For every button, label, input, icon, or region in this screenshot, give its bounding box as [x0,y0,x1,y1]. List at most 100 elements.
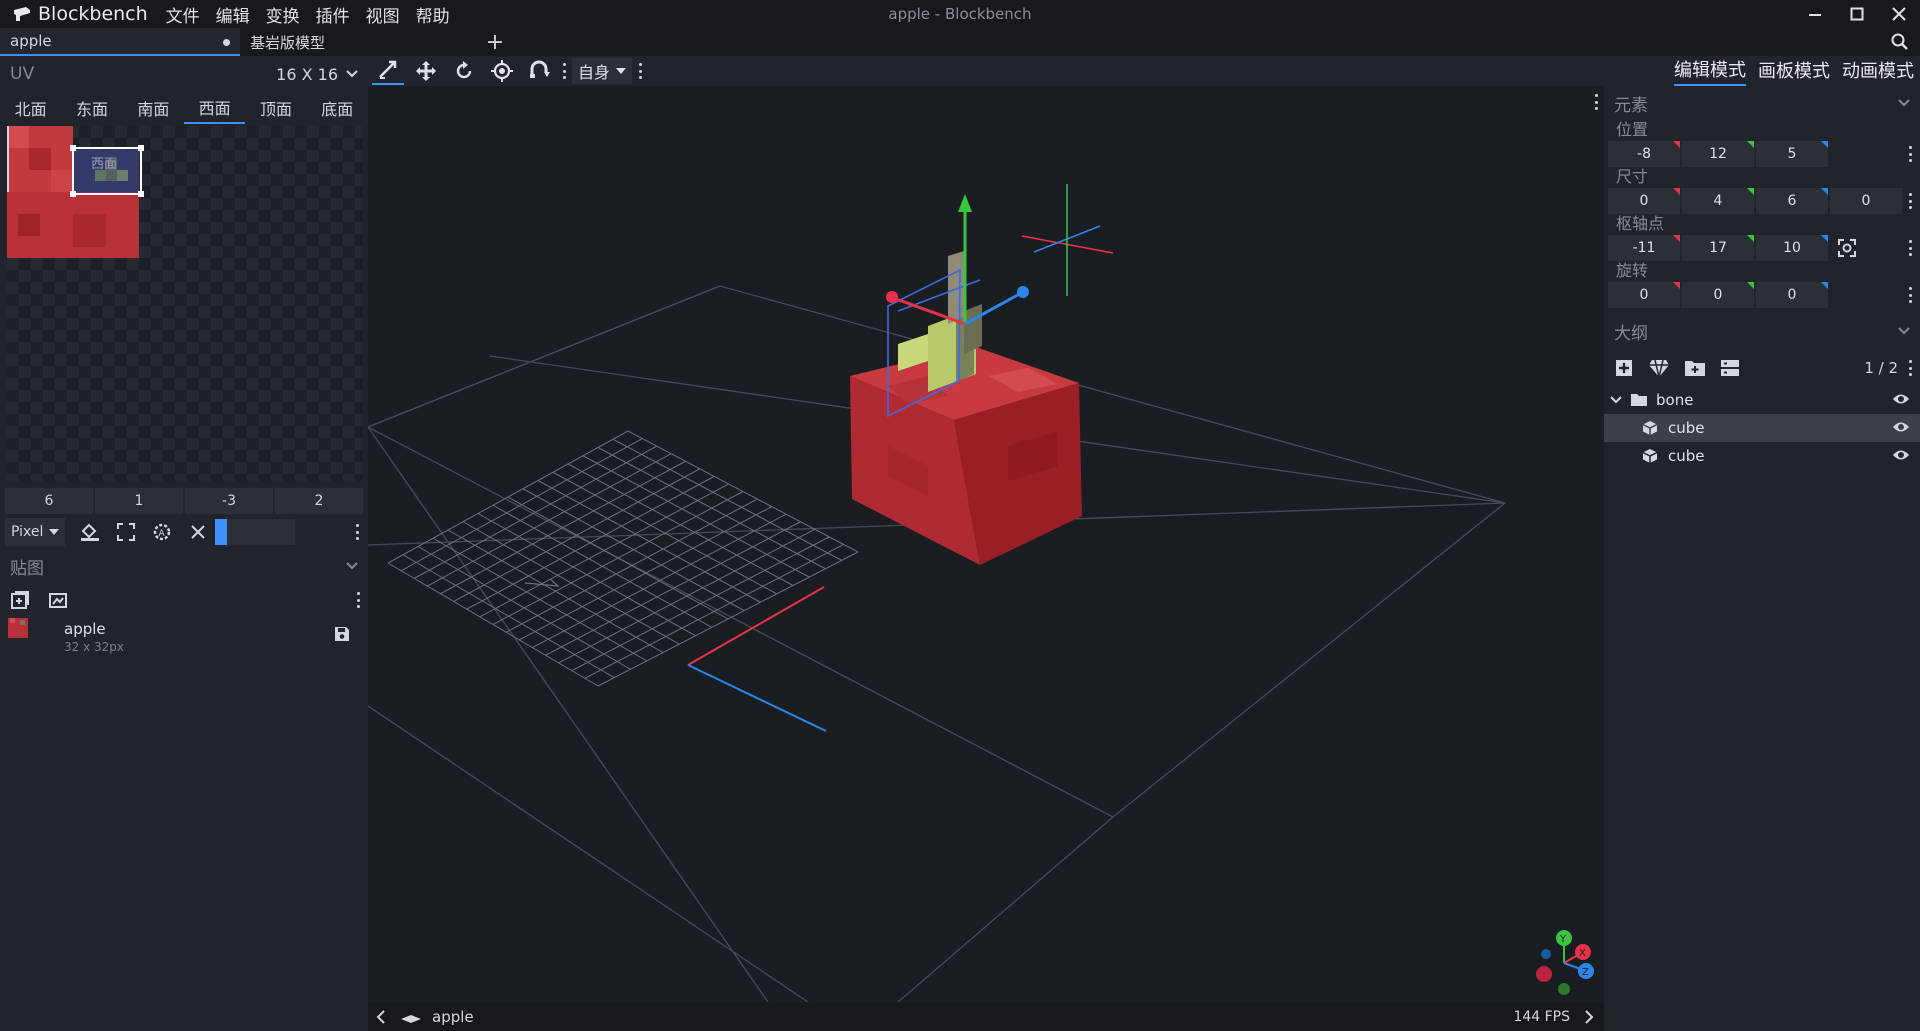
status-model-name: apple [432,1007,474,1026]
app-logo[interactable]: Blockbench [0,3,148,25]
rotation-x-input[interactable]: 0 [1608,281,1680,308]
add-group-icon[interactable] [1684,359,1706,377]
eye-icon[interactable] [1892,420,1910,434]
slider-handle[interactable] [215,519,228,545]
pivot-marker [1021,184,1114,296]
viewport-options-icon[interactable] [1594,94,1598,110]
uv-value-u1[interactable]: 6 [5,488,93,514]
more-options-icon[interactable] [638,63,642,79]
auto-uv-button[interactable]: A [151,521,173,543]
outliner-cube-1[interactable]: cube [1604,414,1920,442]
pivot-x-input[interactable]: -11 [1608,234,1680,261]
z-axis-line [687,664,827,732]
add-mesh-icon[interactable] [1648,358,1670,378]
clear-uv-button[interactable] [187,521,209,543]
brush-color-slider[interactable] [215,519,296,545]
menu-transform[interactable]: 变换 [258,2,308,27]
more-options-icon[interactable] [356,592,360,608]
position-y-input[interactable]: 12 [1682,140,1754,167]
size-y-input[interactable]: 4 [1682,187,1754,214]
animate-mode-tab[interactable]: 动画模式 [1842,57,1914,85]
tab-apple[interactable]: apple [0,28,240,56]
add-tab-button[interactable]: + [480,28,510,56]
uv-values: 6 1 -3 2 [5,488,363,514]
eye-icon[interactable] [1892,448,1910,462]
tab-face-bottom[interactable]: 底面 [307,92,368,124]
create-texture-icon[interactable] [48,590,68,610]
chevron-down-icon[interactable] [1898,99,1910,107]
blockbench-logo-icon [14,7,30,21]
maximize-uv-button[interactable] [115,521,137,543]
tab-bar: apple 基岩版模型 + [0,28,1920,56]
move-tool-button[interactable] [372,57,404,85]
menu-plugins[interactable]: 插件 [308,2,358,27]
maximize-button[interactable] [1836,0,1878,28]
menu-help[interactable]: 帮助 [408,2,458,27]
outliner-cube-2[interactable]: cube [1604,442,1920,470]
size-x-input[interactable]: 0 [1608,187,1680,214]
outliner-group-bone[interactable]: bone [1604,386,1920,414]
chevron-right-icon[interactable] [1584,1009,1594,1024]
texture-thumbnail [8,618,28,638]
uv-resolution-select[interactable]: 16 X 16 [276,65,358,84]
size-z-input[interactable]: 6 [1756,187,1828,214]
close-button[interactable] [1878,0,1920,28]
orientation-gizmo[interactable]: Y X Z [1536,930,1594,995]
edit-mode-tab[interactable]: 编辑模式 [1674,56,1746,86]
folder-icon [1631,394,1647,406]
eye-icon[interactable] [1892,392,1910,406]
fill-bucket-button[interactable] [79,521,101,543]
inflate-input[interactable]: 0 [1830,187,1902,214]
menu-file[interactable]: 文件 [158,2,208,27]
tab-face-west[interactable]: 西面 [183,92,246,124]
rotate-tool-button[interactable] [448,57,480,85]
vertex-snap-button[interactable] [524,57,556,85]
position-x-input[interactable]: -8 [1608,140,1680,167]
menu-view[interactable]: 视图 [358,2,408,27]
texture-item[interactable]: apple 32 x 32px [8,618,360,658]
pivot-label: 枢轴点 [1616,214,1665,233]
pivot-z-input[interactable]: 10 [1756,234,1828,261]
translate-tool-button[interactable] [410,57,442,85]
search-icon[interactable] [1890,32,1910,52]
add-cube-icon[interactable] [1614,358,1634,378]
pivot-y-input[interactable]: 17 [1682,234,1754,261]
chevron-down-icon[interactable] [346,562,358,570]
paint-mode-tab[interactable]: 画板模式 [1758,57,1830,85]
chevron-down-icon[interactable] [1610,396,1622,404]
more-options-icon[interactable] [355,524,359,540]
transform-space-select[interactable]: 自身 [572,58,633,84]
position-y-value: 12 [1709,145,1727,162]
more-options-icon[interactable] [1908,240,1912,256]
tab-face-south[interactable]: 南面 [123,92,184,124]
tab-face-east[interactable]: 东面 [61,92,122,124]
minimize-button[interactable] [1794,0,1836,28]
3d-viewport[interactable]: Y X Z [368,86,1604,1002]
more-options-icon[interactable] [1908,287,1912,303]
paint-mode-select[interactable]: Pixel [5,518,66,546]
chevron-left-icon[interactable] [376,1009,386,1024]
tab-face-north[interactable]: 北面 [0,92,61,124]
rotation-z-input[interactable]: 0 [1756,281,1828,308]
save-icon[interactable] [334,626,350,642]
rotation-y-input[interactable]: 0 [1682,281,1754,308]
pivot-tool-button[interactable] [486,57,518,85]
more-options-icon[interactable] [562,63,566,79]
chevron-down-icon[interactable] [1898,327,1910,335]
center-pivot-icon[interactable] [1838,238,1856,257]
more-options-icon[interactable] [1908,360,1912,376]
position-z-input[interactable]: 5 [1756,140,1828,167]
model-format-icon [401,1014,421,1023]
uv-editor-canvas[interactable]: 西面 [7,126,362,481]
menu-edit[interactable]: 编辑 [208,2,258,27]
import-texture-icon[interactable] [10,590,30,610]
uv-value-v1[interactable]: 1 [95,488,183,514]
rotation-label: 旋转 [1616,261,1649,280]
more-options-icon[interactable] [1908,193,1912,209]
collapse-groups-icon[interactable] [1720,359,1740,377]
uv-value-v2[interactable]: 2 [275,488,363,514]
tab-bedrock-model[interactable]: 基岩版模型 [240,28,480,56]
more-options-icon[interactable] [1908,146,1912,162]
tab-face-top[interactable]: 顶面 [245,92,306,124]
uv-value-u2[interactable]: -3 [185,488,273,514]
